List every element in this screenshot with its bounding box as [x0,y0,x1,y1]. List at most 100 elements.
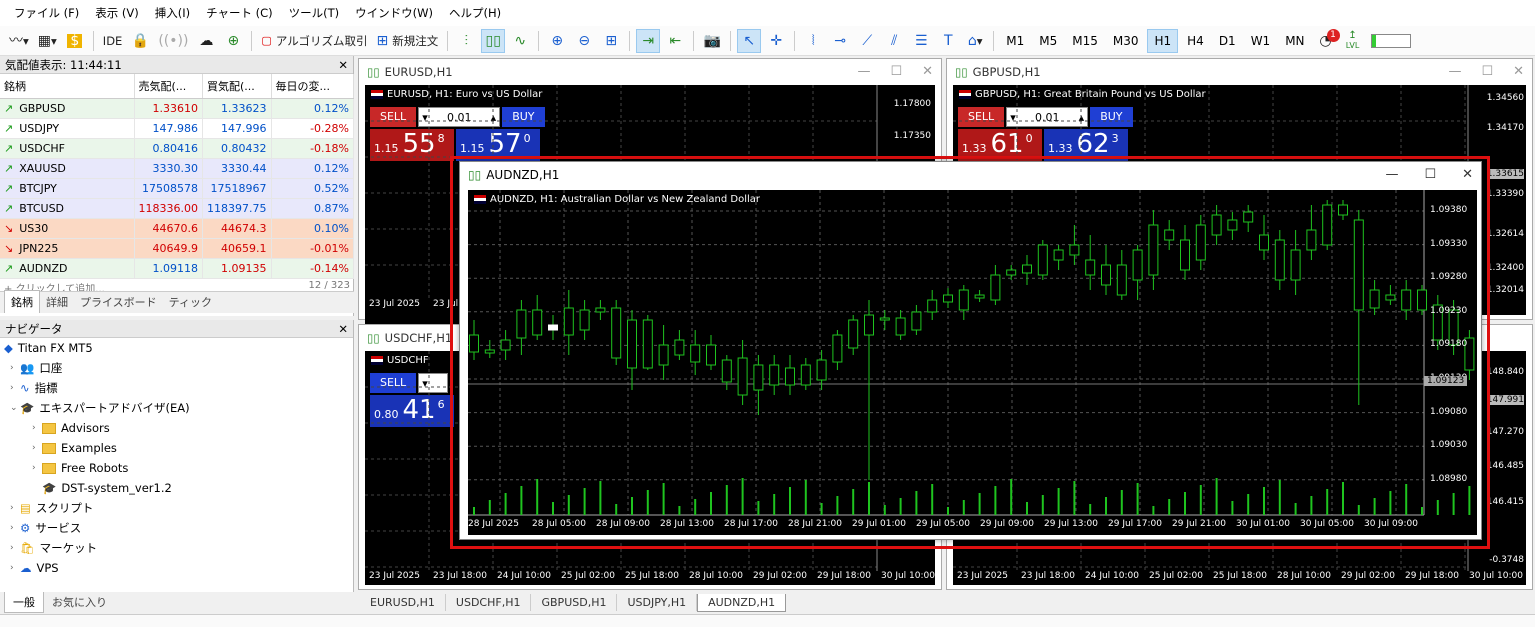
nav-item-dst-system[interactable]: 🎓 DST-system_ver1.2 [4,478,353,498]
channel-icon[interactable]: ⫽ [882,29,906,53]
horizontal-line-icon[interactable]: ⊸ [828,29,852,53]
chart-tab-gbpusd[interactable]: GBPUSD,H1 [531,594,618,611]
new-order-button[interactable]: ⊞ 新規注文 [373,29,441,53]
template-icon[interactable]: ▦ ▾ [35,29,60,53]
fibonacci-icon[interactable]: ☰ [909,29,933,53]
table-row[interactable]: ↗ USDCHF 0.80416 0.80432 -0.18% [0,138,354,159]
chart-shift-icon[interactable]: ⇤ [663,29,687,53]
close-icon[interactable]: ✕ [1513,64,1524,79]
menu-insert[interactable]: 挿入(I) [147,5,198,21]
candlestick-icon[interactable]: ▯▯ [481,28,506,53]
maximize-icon[interactable]: ☐ [1424,167,1436,182]
tf-m15[interactable]: M15 [1066,29,1104,53]
globe-icon[interactable]: ⊕ [221,29,245,53]
dollar-icon[interactable]: $ [63,29,87,53]
table-row[interactable]: ↗ AUDNZD 1.09118 1.09135 -0.14% [0,258,354,279]
autoscroll-icon[interactable]: ⇥ [636,28,661,53]
menu-window[interactable]: ウインドウ(W) [347,5,441,21]
menu-chart[interactable]: チャート (C) [198,5,281,21]
trend-arrow-icon: ↘ [4,221,14,235]
cloud-icon[interactable]: ☁ [194,29,218,53]
close-icon[interactable]: ✕ [1462,167,1473,182]
trend-arrow-icon: ↗ [4,201,14,215]
menu-file[interactable]: ファイル (F) [6,5,87,21]
ide-button[interactable]: IDE [100,29,126,53]
tf-m30[interactable]: M30 [1107,29,1145,53]
tab-ticks[interactable]: ティック [163,291,218,313]
nav-item-services[interactable]: › ⚙ サービス [4,518,353,538]
nav-item-indicators[interactable]: › ∿ 指標 [4,378,353,398]
lock-icon[interactable]: 🔒 [128,29,152,53]
notification-icon[interactable]: ◔ 1 [1314,28,1340,53]
text-icon[interactable]: T [936,29,960,53]
tf-h4[interactable]: H4 [1181,29,1210,53]
maximize-icon[interactable]: ☐ [890,64,902,79]
tf-m1[interactable]: M1 [1000,29,1030,53]
col-bid[interactable]: 売気配(... [134,74,203,99]
bid-cell: 40649.9 [134,238,203,259]
close-icon[interactable]: ✕ [922,64,933,79]
chart-tab-eurusd[interactable]: EURUSD,H1 [360,594,446,611]
tile-windows-icon[interactable]: ⊞ [599,29,623,53]
tab-details[interactable]: 詳細 [40,291,74,313]
chart-tab-audnzd[interactable]: AUDNZD,H1 [697,594,787,612]
table-row[interactable]: ↗ BTCJPY 17508578 17518967 0.52% [0,178,354,199]
menu-help[interactable]: ヘルプ(H) [441,5,509,21]
menu-tools[interactable]: ツール(T) [281,5,348,21]
chart-area[interactable]: AUDNZD, H1: Australian Dollar vs New Zea… [468,190,1477,535]
table-row[interactable]: ↗ USDJPY 147.986 147.996 -0.28% [0,118,354,139]
nav-item-experts[interactable]: ⌄ 🎓 エキスパートアドバイザ(EA) [4,398,353,418]
col-change[interactable]: 毎日の変... [271,74,354,99]
tab-favorites[interactable]: お気に入り [44,592,115,612]
nav-item-scripts[interactable]: › ▤ スクリプト [4,498,353,518]
script-icon: ▤ [20,501,31,515]
col-ask[interactable]: 買気配(... [202,74,272,99]
close-icon[interactable]: ✕ [338,322,348,336]
line-chart-icon[interactable]: ∿ [508,29,532,53]
minimize-icon[interactable]: — [1385,167,1398,182]
algo-trading-button[interactable]: ▢ アルゴリズム取引 [258,29,370,53]
nav-item-accounts[interactable]: › 👥 口座 [4,358,353,378]
minimize-icon[interactable]: — [1448,64,1461,79]
chart-tab-usdchf[interactable]: USDCHF,H1 [446,594,532,611]
tf-h1[interactable]: H1 [1147,28,1179,53]
tf-mn[interactable]: MN [1279,29,1310,53]
trendline-icon[interactable]: ⟋ [855,29,879,53]
tab-general[interactable]: 一般 [4,592,44,613]
tf-m5[interactable]: M5 [1033,29,1063,53]
candle-body [1274,239,1285,281]
bar-chart-icon[interactable]: ⫶ [454,29,478,53]
screenshot-icon[interactable]: 📷 [700,29,724,53]
nav-item-vps[interactable]: › ☁ VPS [4,558,353,578]
table-row[interactable]: ↘ US30 44670.6 44674.3 0.10% [0,218,354,239]
chart-tab-usdjpy[interactable]: USDJPY,H1 [617,594,698,611]
nav-item-examples[interactable]: › Examples [4,438,353,458]
table-row[interactable]: ↘ JPN225 40649.9 40659.1 -0.01% [0,238,354,259]
nav-root[interactable]: ◆ Titan FX MT5 [4,338,353,358]
vertical-line-icon[interactable]: ⦚ [801,29,825,53]
signal-icon[interactable]: ((•)) [155,29,191,53]
col-symbol[interactable]: 銘柄 [0,74,135,99]
crosshair-icon[interactable]: ✛ [764,29,788,53]
minimize-icon[interactable]: — [857,64,870,79]
chart-type-icon[interactable]: 〰 ▾ [6,29,32,53]
shapes-icon[interactable]: ⌂ ▾ [963,29,987,53]
nav-item-advisors[interactable]: › Advisors [4,418,353,438]
close-icon[interactable]: ✕ [338,58,348,72]
maximize-icon[interactable]: ☐ [1481,64,1493,79]
cursor-icon[interactable]: ↖ [737,28,762,53]
nav-item-free-robots[interactable]: › Free Robots [4,458,353,478]
candle-body [1306,229,1317,251]
table-row[interactable]: ↗ GBPUSD 1.33610 1.33623 0.12% [0,98,354,119]
zoom-out-icon[interactable]: ⊖ [572,29,596,53]
zoom-in-icon[interactable]: ⊕ [545,29,569,53]
tab-symbols[interactable]: 銘柄 [4,290,40,313]
table-row[interactable]: ↗ BTCUSD 118336.00 118397.75 0.87% [0,198,354,219]
tab-price-board[interactable]: プライスボード [74,291,163,313]
lvl-icon[interactable]: ↥ LVL [1341,29,1365,53]
nav-item-market[interactable]: › 🛍 マーケット [4,538,353,558]
menu-view[interactable]: 表示 (V) [87,5,147,21]
tf-d1[interactable]: D1 [1213,29,1242,53]
tf-w1[interactable]: W1 [1245,29,1277,53]
table-row[interactable]: ↗ XAUUSD 3330.30 3330.44 0.12% [0,158,354,179]
